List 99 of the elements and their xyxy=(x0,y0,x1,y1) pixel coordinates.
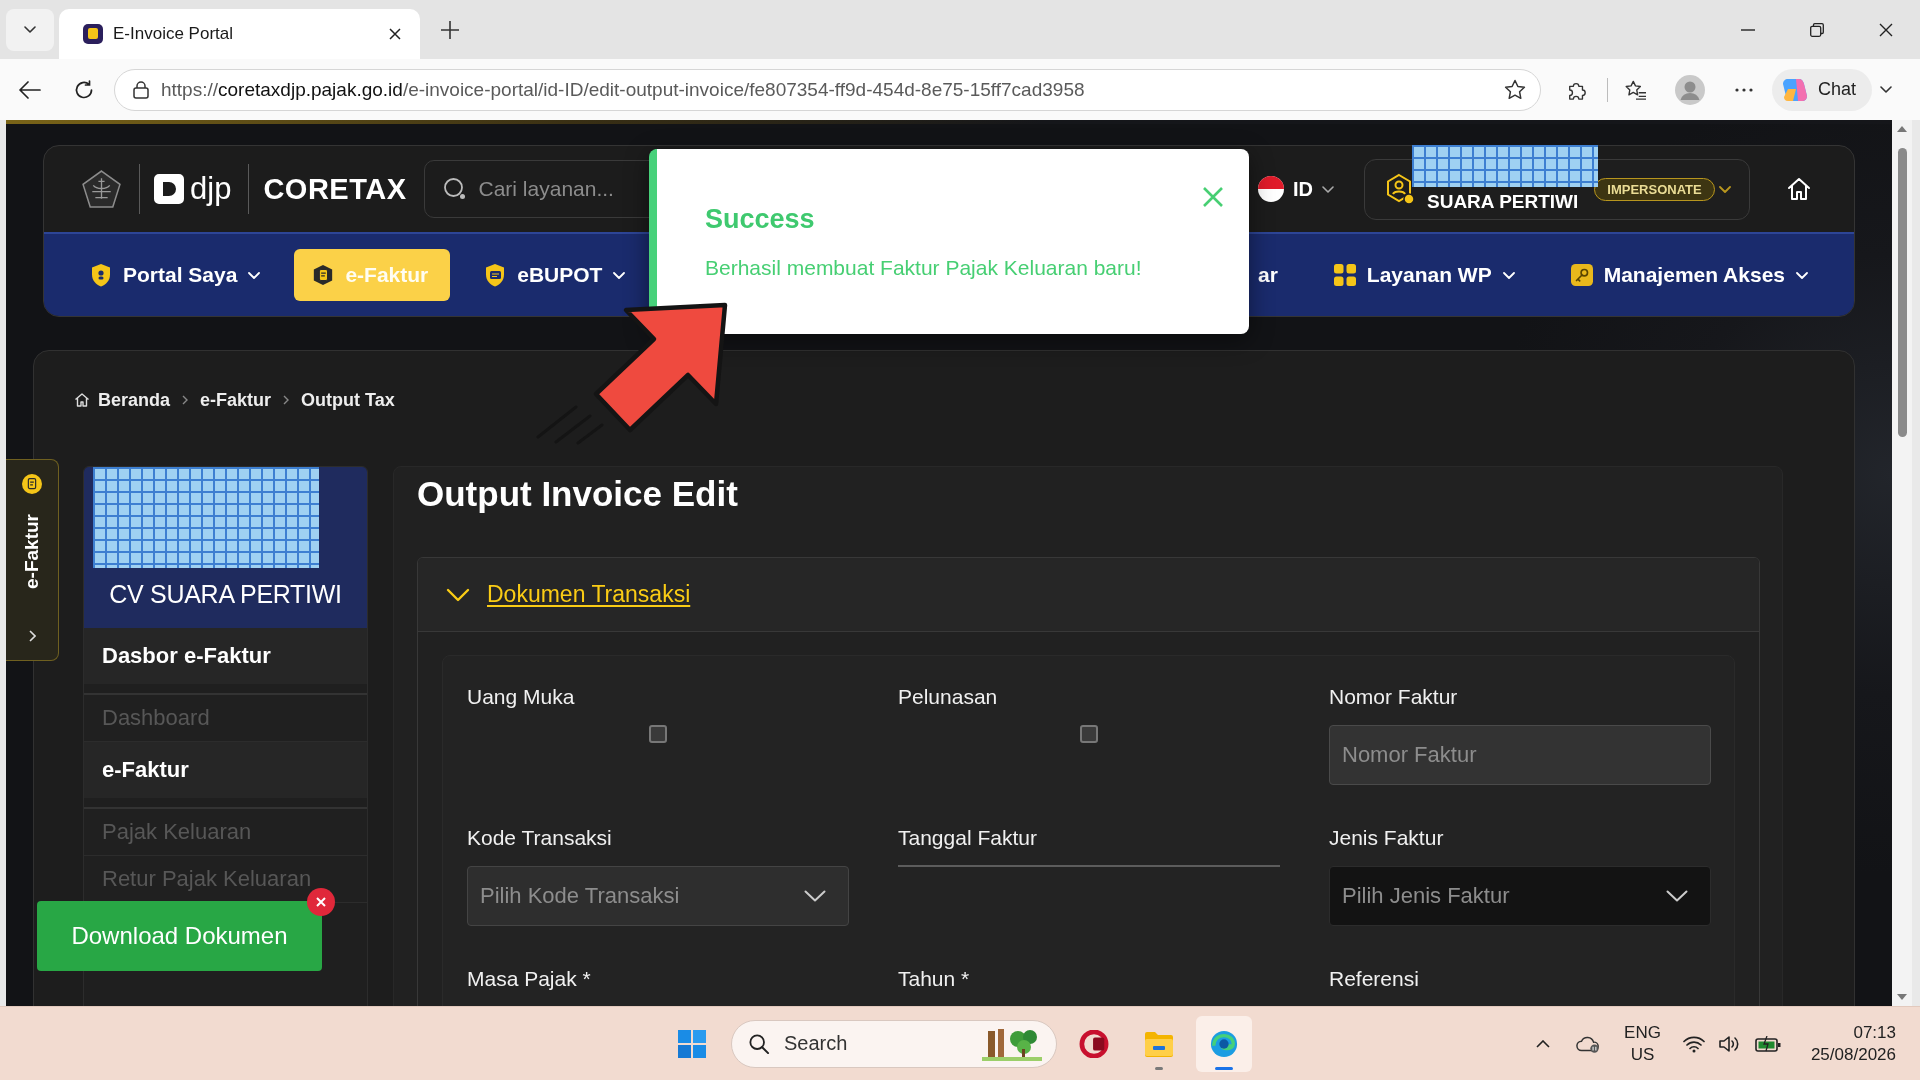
key-icon xyxy=(1570,263,1593,287)
company-name: CV SUARA PERTIWI xyxy=(109,580,342,609)
sidebar-section-title[interactable]: e-Faktur xyxy=(84,742,367,798)
more-dots-icon xyxy=(1735,87,1753,92)
document-badge-icon xyxy=(22,474,42,494)
running-indicator-icon xyxy=(1215,1066,1233,1070)
checkbox[interactable] xyxy=(649,725,667,743)
clock-button[interactable]: 07:13 25/08/2026 xyxy=(1806,1021,1900,1066)
restore-icon xyxy=(1809,22,1824,37)
scroll-up-icon[interactable] xyxy=(1897,126,1907,132)
chat-assistant-icon xyxy=(1782,76,1808,103)
user-name: SUARA PERTIWI xyxy=(1427,191,1579,213)
breadcrumb-link[interactable]: Output Tax xyxy=(301,389,395,411)
scrollbar[interactable] xyxy=(1892,120,1912,1006)
djp-logo-text: djp xyxy=(190,171,232,207)
sidebar-section-title[interactable]: Dasbor e-Faktur xyxy=(84,628,367,684)
chevron-down-icon xyxy=(446,587,470,602)
breadcrumb-link[interactable]: Beranda xyxy=(98,389,171,411)
browser-app-icon xyxy=(1209,1029,1239,1058)
nav-menu-item[interactable]: Portal Saya xyxy=(90,249,261,301)
notification-message: Berhasil membuat Faktur Pajak Keluaran baru! xyxy=(705,255,1143,281)
running-indicator-icon xyxy=(1155,1066,1163,1070)
address-bar[interactable]: https://coretaxdjp.pajak.go.id/e-invoice-portal/id-ID/edit-output-invoice/fe807354-ff9d-454d-8e75-15ff7cad3958 xyxy=(114,68,1541,111)
chevron-down-icon xyxy=(1880,86,1893,93)
field-label: Pelunasan xyxy=(898,684,999,710)
close-button[interactable] xyxy=(1201,185,1225,209)
chat-button[interactable]: Chat xyxy=(1772,68,1873,111)
taskbar-app-button[interactable] xyxy=(1196,1015,1252,1072)
field-label: Kode Transaksi xyxy=(467,825,613,851)
side-tab-label: e-Faktur xyxy=(21,514,43,589)
e-faktur-side-tab[interactable]: e-Faktur xyxy=(6,459,59,661)
shield-icon xyxy=(90,263,112,287)
nav-menu-item[interactable]: Layanan WP xyxy=(1333,249,1515,301)
plus-icon xyxy=(441,20,459,39)
page-title: Output Invoice Edit xyxy=(417,473,739,515)
chevron-right-icon xyxy=(182,395,189,405)
search-placeholder: Search xyxy=(784,1032,848,1055)
impersonate-badge: IMPERSONATE xyxy=(1594,177,1715,201)
speaker-icon xyxy=(1718,1033,1741,1054)
field-label: Tanggal Faktur xyxy=(898,825,1038,851)
app-logo-icon xyxy=(1079,1029,1109,1058)
emblem-icon xyxy=(81,168,122,210)
close-icon xyxy=(1878,22,1893,37)
chevron-down-icon xyxy=(1322,185,1334,193)
favorite-star-icon[interactable] xyxy=(1504,79,1526,100)
checkbox[interactable] xyxy=(1080,725,1098,743)
close-icon xyxy=(389,28,401,40)
chevron-down-icon xyxy=(804,890,826,902)
chevron-right-icon xyxy=(28,630,36,642)
field-label: Nomor Faktur xyxy=(1329,684,1459,710)
nav-menu-item[interactable]: eBUPOT xyxy=(484,249,626,301)
star-list-icon xyxy=(1625,79,1647,100)
search-icon xyxy=(442,177,467,201)
language-selector[interactable]: ID xyxy=(1258,176,1334,202)
close-icon xyxy=(316,897,326,907)
folder-icon xyxy=(1144,1029,1174,1058)
refresh-icon xyxy=(74,79,94,100)
home-icon[interactable] xyxy=(1786,176,1812,202)
chevron-down-icon xyxy=(1666,890,1688,902)
select-dropdown[interactable]: Pilih Jenis Faktur xyxy=(1329,866,1711,926)
chevron-right-icon xyxy=(283,395,290,405)
minimize-icon xyxy=(1740,28,1755,31)
section-title-link[interactable]: Dokumen Transaksi xyxy=(487,581,691,608)
url-text: https://coretaxdjp.pajak.go.id/e-invoice-portal/id-ID/edit-output-invoice/fe807354-ff9d-454d-8e75-15ff7cad3958 xyxy=(161,78,1085,101)
scrollbar-thumb[interactable] xyxy=(1897,148,1907,437)
close-icon xyxy=(1202,186,1224,208)
djp-logo-icon xyxy=(154,174,184,204)
chevron-down-icon xyxy=(1719,185,1731,193)
input-language-indicator[interactable]: ENG US xyxy=(1620,1021,1665,1066)
favicon-icon xyxy=(83,24,103,44)
field-label: Uang Muka xyxy=(467,684,576,710)
coretax-logo-text: CORETAX xyxy=(263,172,407,206)
battery-charging-icon xyxy=(1754,1035,1781,1052)
field-label: Masa Pajak * xyxy=(467,966,592,992)
shield-card-icon xyxy=(484,263,507,287)
wifi-icon xyxy=(1682,1033,1705,1054)
field-label: Jenis Faktur xyxy=(1329,825,1445,851)
home-icon xyxy=(74,392,90,408)
nav-menu-item[interactable]: Manajemen Akses xyxy=(1570,249,1808,301)
caret-up-icon xyxy=(1536,1039,1551,1048)
accordion-header[interactable]: Dokumen Transaksi xyxy=(418,558,1759,632)
search-icon xyxy=(748,1033,770,1054)
document-badge-icon xyxy=(312,263,335,287)
breadcrumb-link[interactable]: e-Faktur xyxy=(200,389,272,411)
scroll-down-icon[interactable] xyxy=(1897,994,1907,1000)
lock-icon xyxy=(133,80,149,99)
four-squares-logo-icon xyxy=(678,1029,706,1058)
nav-menu-item[interactable]: ar xyxy=(1257,249,1278,301)
profile-avatar-icon xyxy=(1675,74,1705,105)
back-arrow-icon xyxy=(19,79,41,100)
browser-tab[interactable]: E-Invoice Portal xyxy=(59,9,420,59)
chevron-down-icon xyxy=(24,26,36,33)
trees-illustration-icon xyxy=(982,1026,1042,1061)
flag-icon xyxy=(1258,176,1284,202)
field-label: Tahun * xyxy=(898,966,971,992)
user-badge-icon xyxy=(1385,173,1415,205)
taskbar-search-box[interactable]: Search xyxy=(731,1019,1057,1068)
field-label: Referensi xyxy=(1329,966,1420,992)
grid-icon xyxy=(1333,263,1356,287)
